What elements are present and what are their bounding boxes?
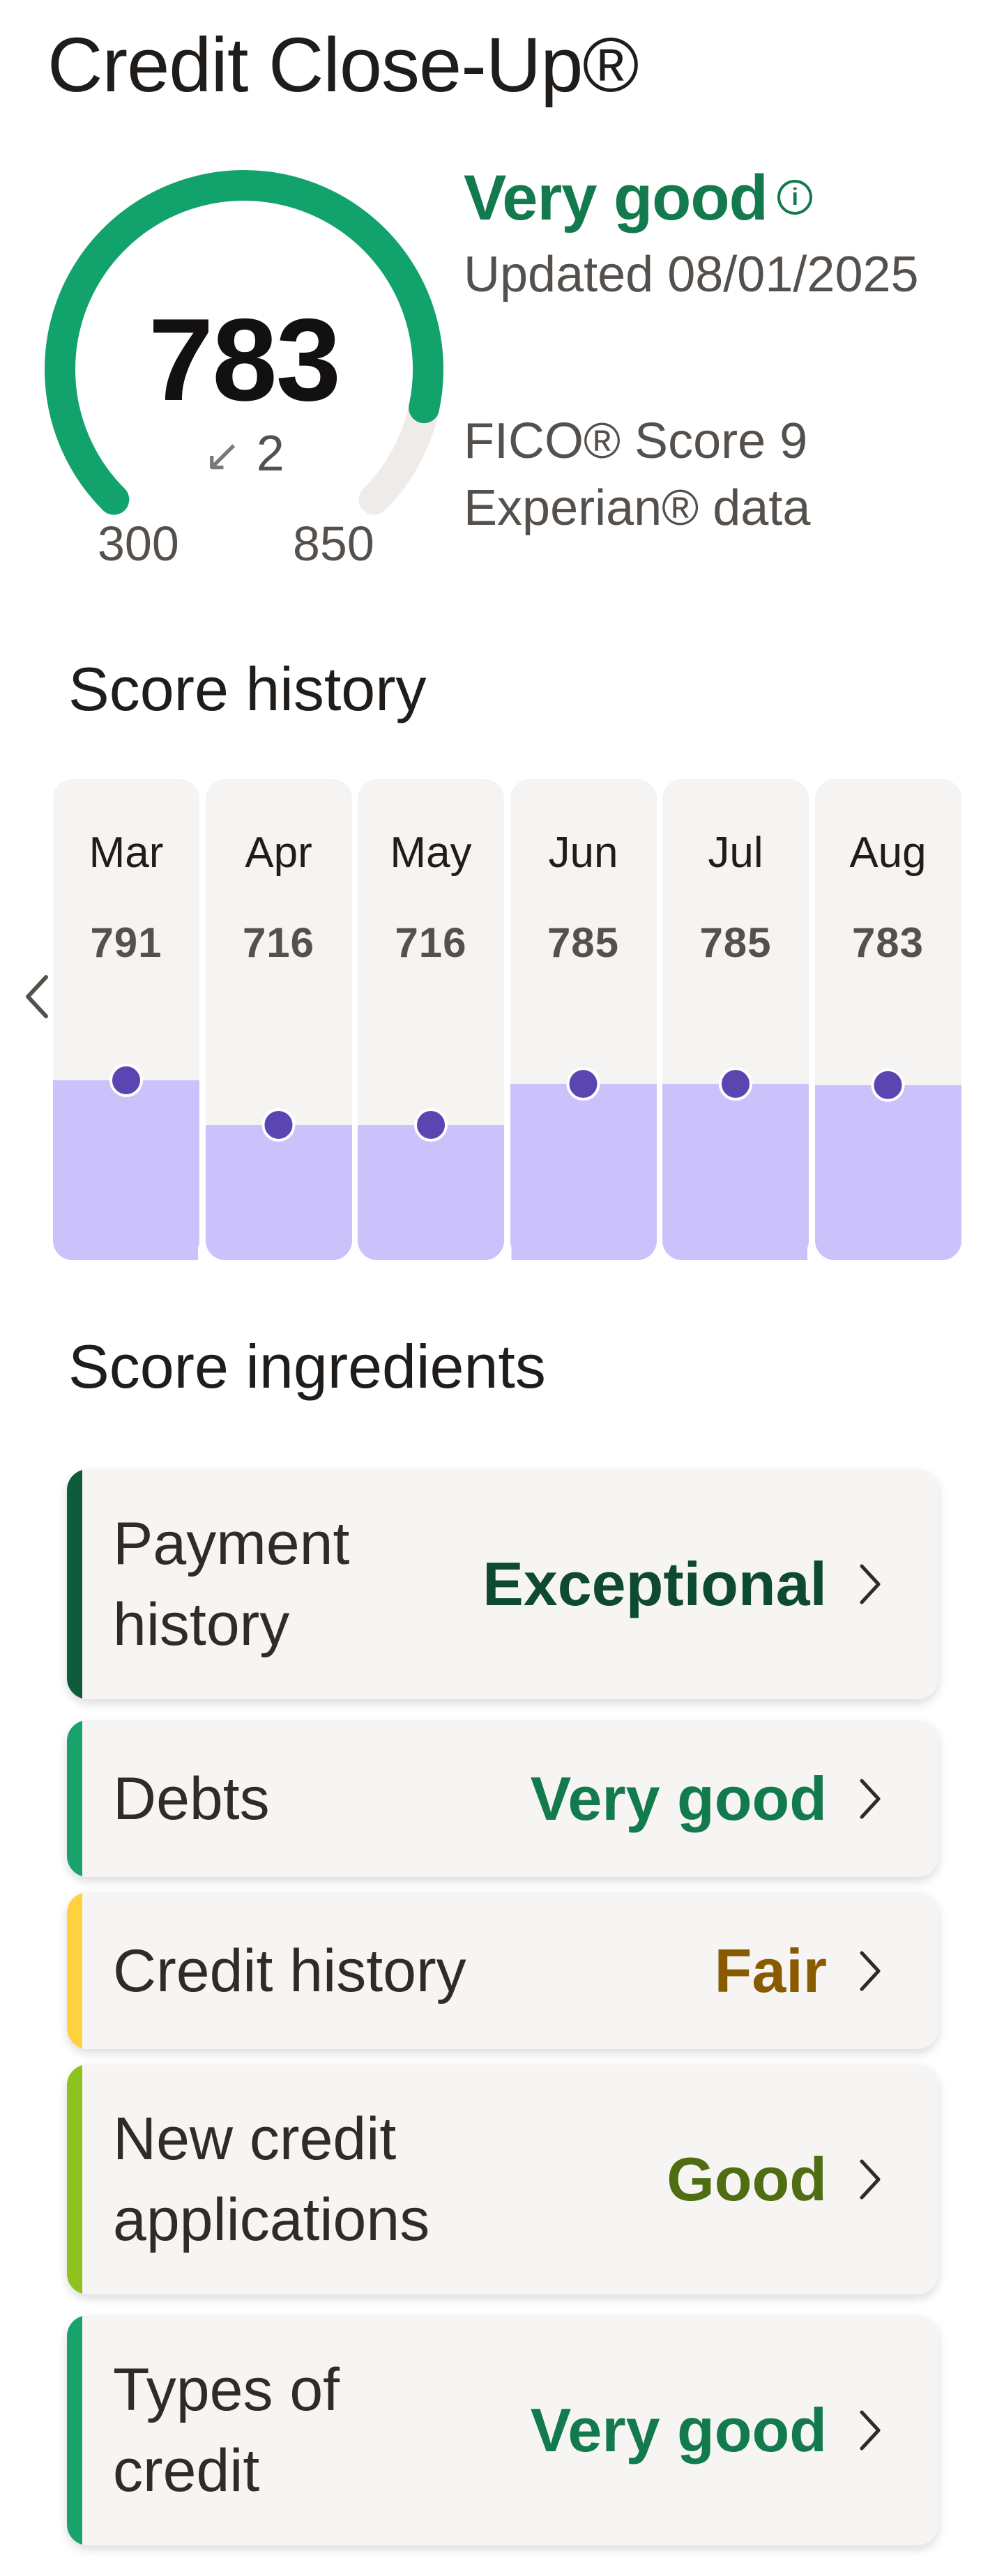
ingredient-credit-history[interactable]: Credit history Fair [67,1892,938,2049]
history-month-label: Apr [245,829,312,877]
ingredient-accent [67,1469,82,1699]
history-month-apr[interactable]: Apr 716 [205,779,352,1260]
credit-close-up-page: Credit Close-Up® 783 ↙ 2 300 850 Very goo… [0,0,1004,2576]
score-history-title: Score history [68,654,427,723]
ingredient-accent [67,2315,82,2545]
score-rating-text: Very good [464,162,768,233]
history-bar [53,1080,199,1260]
score-change-value: 2 [256,426,284,482]
ingredient-rating: Exceptional [482,1549,827,1618]
history-month-score: 785 [699,919,772,966]
ingredient-accent [67,2064,82,2294]
score-rating: Very good i [464,162,812,235]
gauge-min-label: 300 [98,516,179,571]
history-month-score: 791 [90,919,162,966]
history-bar [358,1125,504,1260]
history-month-label: Jun [548,829,618,877]
score-model: FICO® Score 9 Experian® data [464,408,810,542]
score-model-name: FICO® Score 9 [464,413,808,469]
score-data-source: Experian® data [464,480,811,536]
ingredient-types-of-credit[interactable]: Types of credit Very good [67,2315,938,2545]
ingredient-new-credit-applications[interactable]: New credit applications Good [67,2064,938,2294]
history-month-label: Aug [849,829,927,877]
chevron-right-icon [860,2159,881,2200]
ingredient-payment-history[interactable]: Payment history Exceptional [67,1469,938,1699]
score-change: ↙ 2 [42,425,446,482]
history-month-aug[interactable]: Aug 783 [814,779,961,1260]
info-icon[interactable]: i [777,179,812,215]
score-ingredients-title: Score ingredients [68,1332,546,1401]
credit-score: 783 [148,294,341,425]
score-gauge: 783 ↙ 2 300 850 [42,167,446,585]
history-month-score: 785 [547,919,620,966]
chevron-right-icon [860,2410,881,2451]
ingredient-rating: Fair [714,1935,827,2005]
history-month-mar[interactable]: Mar 791 [53,779,199,1260]
history-month-score: 716 [242,919,315,966]
history-month-jul[interactable]: Jul 785 [662,779,809,1260]
gauge-max-label: 850 [293,516,374,571]
ingredient-label: Debts [113,1765,270,1832]
score-history-chart: Mar 791 Apr 716 May 716 Jun 785 Jul 785 Aug 783 [53,779,961,1260]
ingredient-label: Credit history [113,1937,466,2004]
history-month-score: 716 [395,919,467,966]
ingredient-label: Types of credit [113,2356,340,2504]
chevron-left-icon[interactable] [20,962,54,1032]
ingredient-rating: Good [667,2145,827,2214]
ingredient-accent [67,1720,82,1877]
history-month-label: May [390,829,472,877]
ingredient-debts[interactable]: Debts Very good [67,1720,938,1877]
chevron-right-icon [860,1564,881,1604]
ingredient-label: Payment history [113,1510,350,1658]
history-bar [510,1084,657,1260]
history-month-label: Mar [89,829,164,877]
history-month-jun[interactable]: Jun 785 [510,779,657,1260]
history-bar [814,1084,961,1260]
arrow-down-left-icon: ↙ [204,430,241,480]
history-bar [662,1084,809,1260]
page-title: Credit Close-Up® [47,22,639,108]
history-month-score: 783 [851,919,925,966]
ingredient-rating: Very good [530,2395,827,2464]
updated-date: Updated 08/01/2025 [464,247,919,302]
ingredient-accent [67,1892,82,2049]
ingredient-label: New credit applications [113,2106,430,2253]
history-bar [205,1125,352,1260]
history-month-may[interactable]: May 716 [358,779,504,1260]
ingredient-rating: Very good [530,1763,827,1833]
chevron-right-icon [860,1951,881,1991]
history-month-label: Jul [708,829,763,877]
chevron-right-icon [860,1779,881,1818]
